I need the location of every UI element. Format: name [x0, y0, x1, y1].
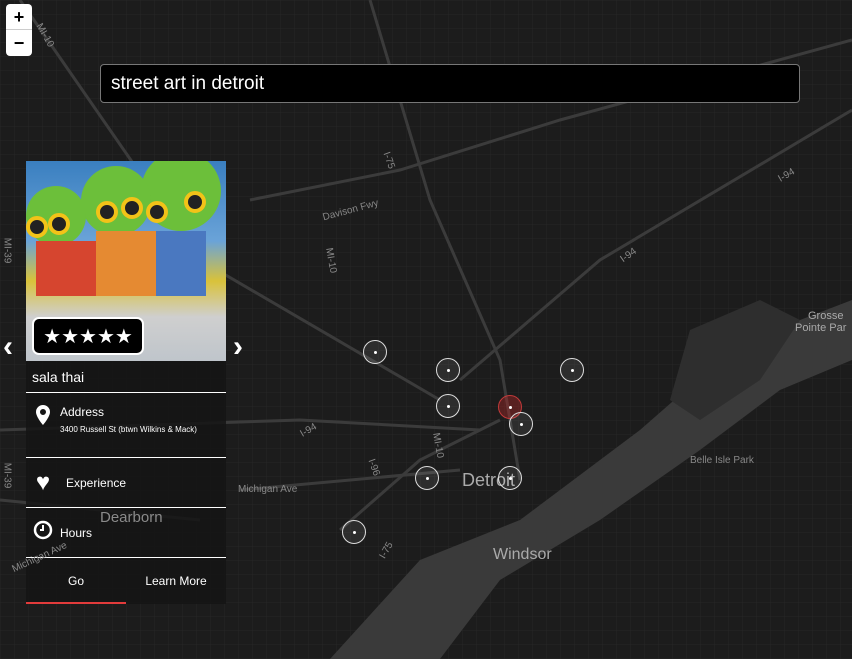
map-marker[interactable] — [509, 412, 533, 436]
clock-icon — [32, 520, 54, 545]
map-label-michigan: Michigan Ave — [238, 484, 298, 495]
address-row: Address 3400 Russell St (btwn Wilkins & … — [26, 393, 226, 458]
map-pin-icon — [32, 405, 54, 430]
map-marker[interactable] — [498, 466, 522, 490]
learn-more-button[interactable]: Learn More — [126, 558, 226, 604]
zoom-in-button[interactable]: + — [6, 4, 32, 30]
search-input[interactable] — [100, 64, 800, 103]
map-label-belle-isle: Belle Isle Park — [690, 455, 754, 466]
heart-icon: ♥ — [35, 468, 51, 496]
hours-label: Hours — [60, 525, 93, 540]
map-marker[interactable] — [415, 466, 439, 490]
map-label-grosse: Grosse — [808, 310, 844, 322]
experience-row[interactable]: ♥ Experience — [26, 458, 226, 508]
zoom-control: + − — [6, 4, 32, 56]
map-marker[interactable] — [560, 358, 584, 382]
experience-label: Experience — [66, 475, 127, 490]
address-label: Address — [60, 405, 105, 419]
go-button[interactable]: Go — [26, 558, 126, 604]
star-rating: ★★★★★ — [32, 317, 144, 355]
map-marker[interactable] — [436, 394, 460, 418]
map-label-pointe: Pointe Par — [795, 322, 847, 334]
map-label-mi39: MI-39 — [1, 462, 13, 489]
next-arrow-icon[interactable]: › — [233, 330, 243, 364]
map-label-mi39: MI-39 — [1, 237, 13, 264]
zoom-out-button[interactable]: − — [6, 30, 32, 56]
place-photo: ★★★★★ — [26, 161, 226, 361]
map-marker[interactable] — [436, 358, 460, 382]
map-marker[interactable] — [342, 520, 366, 544]
place-name: sala thai — [26, 361, 226, 393]
map-label-windsor: Windsor — [493, 546, 552, 563]
hours-row[interactable]: Hours — [26, 508, 226, 558]
prev-arrow-icon[interactable]: ‹ — [3, 330, 13, 364]
place-card: ★★★★★ sala thai Address 3400 Russell St … — [26, 161, 226, 604]
map-marker[interactable] — [363, 340, 387, 364]
address-text: 3400 Russell St (btwn Wilkins & Mack) — [60, 425, 197, 434]
